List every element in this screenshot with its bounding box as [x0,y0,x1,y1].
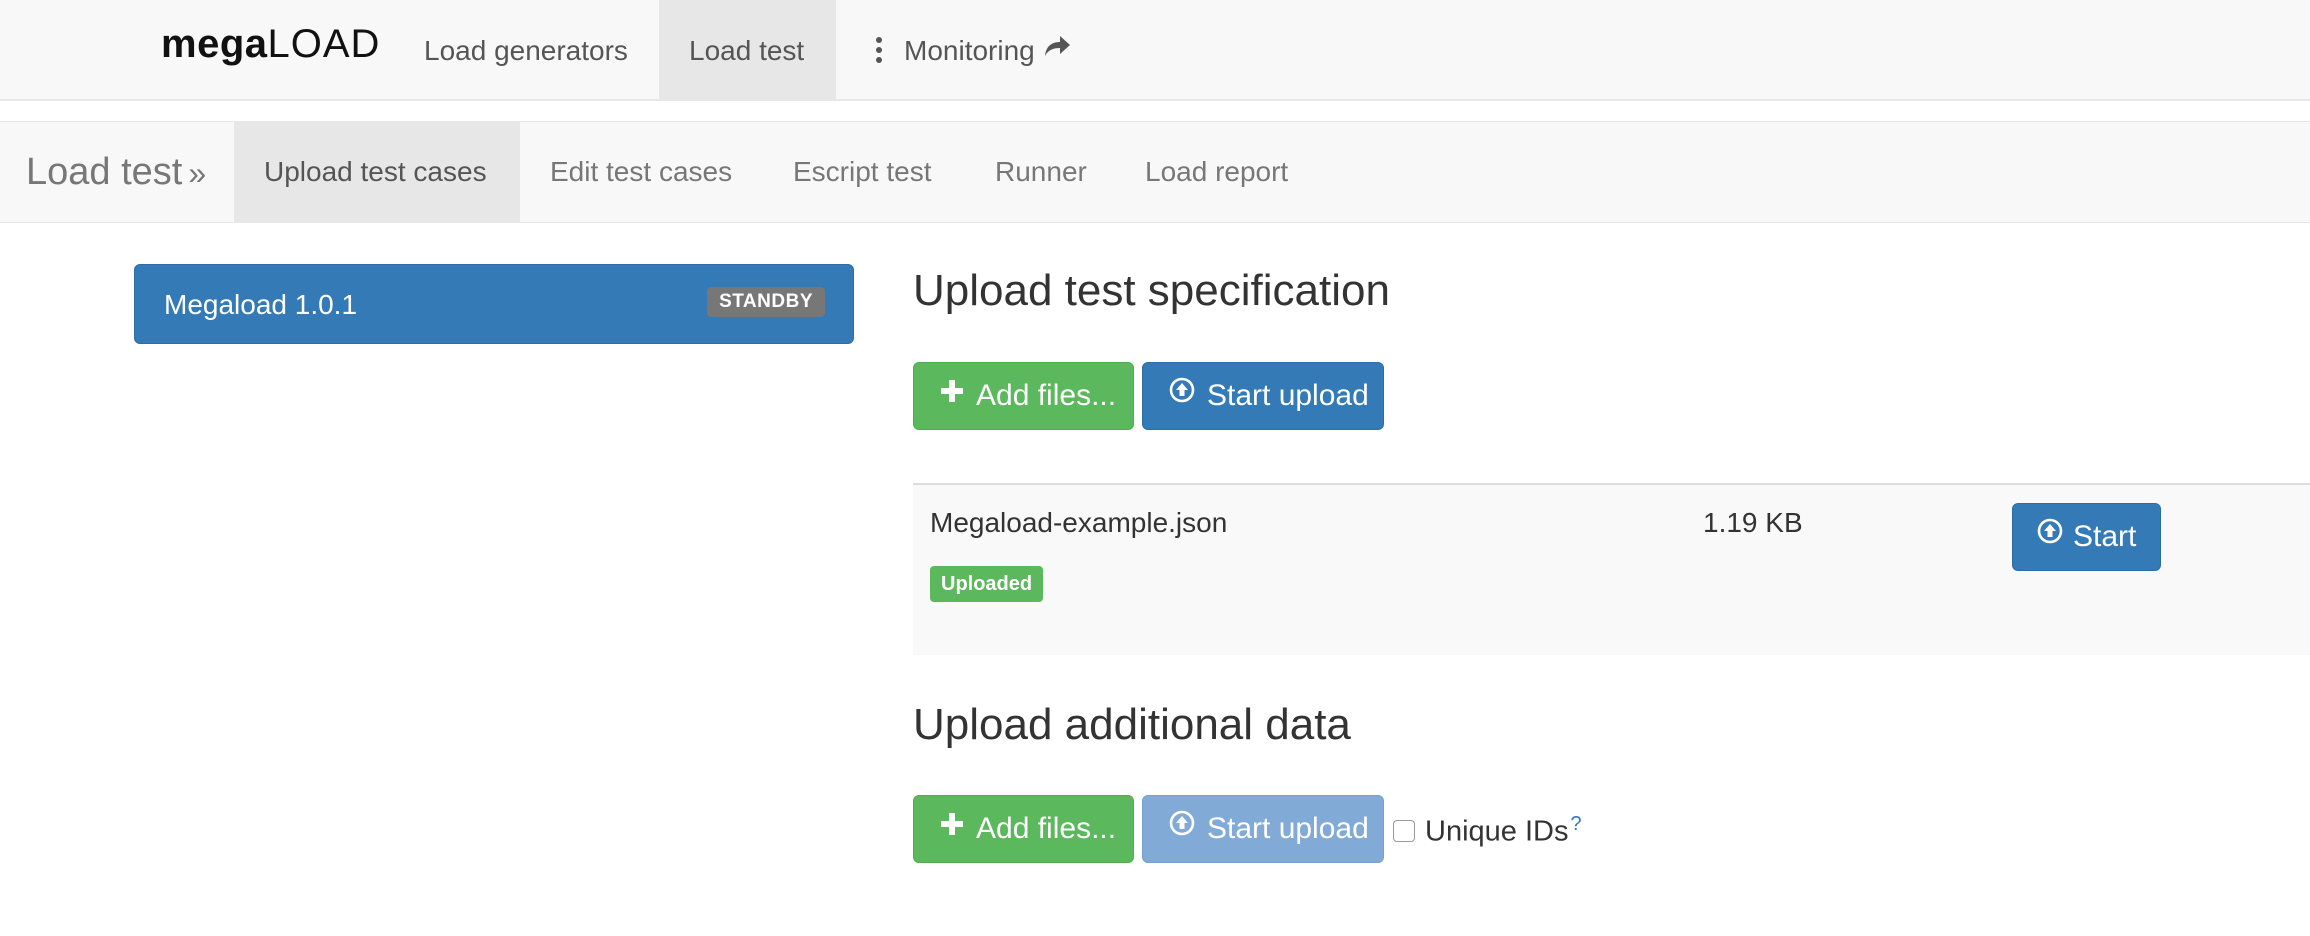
tab-escript-test-label: Escript test [793,156,932,187]
tab-upload-test-cases[interactable]: Upload test cases [234,122,520,222]
tab-edit-test-cases-label: Edit test cases [550,156,733,187]
brand-part-2: LOAD [267,22,381,66]
tab-runner-label: Runner [995,156,1087,187]
plus-icon [940,794,964,860]
tab-escript-test[interactable]: Escript test [763,122,961,222]
tab-load-report-label: Load report [1145,156,1289,187]
nav-monitoring[interactable]: Monitoring [846,0,1101,101]
help-link[interactable]: ? [1570,813,1581,835]
nav-monitoring-label: Monitoring [904,35,1035,66]
subnav-brand-label: Load test [26,151,183,193]
unique-ids-checkbox[interactable] [1393,820,1415,842]
circle-arrow-up-icon [2037,502,2063,568]
nav-load-test-label: Load test [689,35,805,66]
sub-navbar: Load test» Upload test cases Edit test c… [0,121,2310,223]
nav-load-generators[interactable]: Load generators [394,0,658,101]
circle-arrow-up-icon [1169,794,1195,860]
spec-add-files-button[interactable]: Add files... [913,362,1134,430]
spec-start-upload-label: Start upload [1207,379,1369,412]
start-button-label: Start [2073,520,2137,553]
top-navbar: megaLOAD Load generators Load test Monit… [0,0,2310,101]
nav-load-generators-label: Load generators [424,35,628,66]
tab-runner[interactable]: Runner [965,122,1117,222]
additional-start-upload-button[interactable]: Start upload [1142,795,1384,863]
subnav-brand[interactable]: Load test» [26,122,206,222]
brand-logo[interactable]: megaLOAD [161,22,380,72]
file-row: Megaload-example.json 1.19 KB Uploaded S… [913,483,2310,655]
version-panel: Megaload 1.0.1 STANDBY [134,264,854,344]
nav-load-test[interactable]: Load test [659,0,836,101]
tab-upload-test-cases-label: Upload test cases [264,156,487,187]
file-name: Megaload-example.json [930,507,1228,538]
brand-part-1: mega [161,22,268,66]
additional-section-title: Upload additional data [913,700,1351,749]
circle-arrow-up-icon [1169,361,1195,427]
file-size: 1.19 KB [1703,507,1803,538]
unique-ids-option: Unique IDs? [1393,813,1582,853]
unique-ids-label[interactable]: Unique IDs [1425,816,1568,848]
status-badge: STANDBY [707,287,825,317]
plus-icon [940,361,964,427]
spec-add-files-label: Add files... [976,379,1117,412]
share-arrow-icon [1043,0,1071,99]
tab-edit-test-cases[interactable]: Edit test cases [520,122,762,222]
spec-start-upload-button[interactable]: Start upload [1142,362,1384,430]
additional-add-files-label: Add files... [976,812,1117,845]
additional-start-upload-label: Start upload [1207,812,1369,845]
uploaded-badge: Uploaded [930,566,1044,602]
subnav-brand-suffix: » [188,155,207,191]
version-title: Megaload 1.0.1 [164,289,358,320]
spec-section-title: Upload test specification [913,266,1390,315]
additional-add-files-button[interactable]: Add files... [913,795,1134,863]
vertical-dots-icon [876,33,882,67]
tab-load-report[interactable]: Load report [1115,122,1318,222]
start-button[interactable]: Start [2012,502,2162,571]
